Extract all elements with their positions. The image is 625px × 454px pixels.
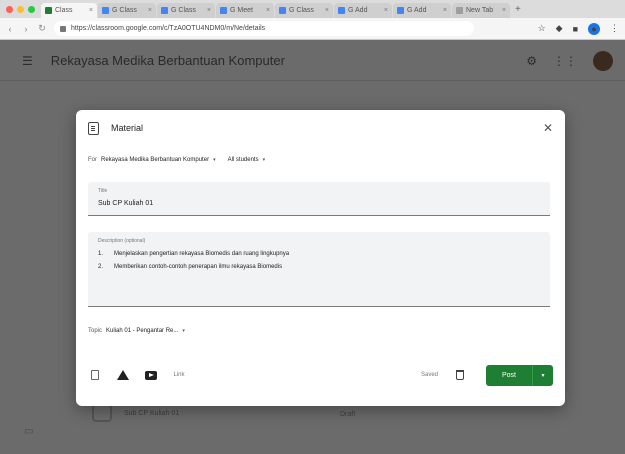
- topic-label: Topic: [88, 328, 103, 334]
- window-controls: [0, 5, 41, 13]
- google-drive-button[interactable]: [116, 370, 130, 380]
- url-field[interactable]: https://classroom.google.com/c/TzA0OTU4N…: [54, 21, 474, 36]
- menu-icon[interactable]: ☰: [22, 54, 33, 68]
- audience-row: For Rekayasa Medika Berbantuan Komputer …: [88, 157, 273, 163]
- reload-icon[interactable]: ↻: [38, 23, 46, 34]
- tab-favicon-icon: [338, 7, 345, 14]
- tab-close-icon[interactable]: ×: [148, 7, 152, 14]
- apps-icon[interactable]: ⋮⋮: [553, 54, 577, 68]
- back-arrow-icon[interactable]: ‹: [6, 24, 14, 34]
- close-window-button[interactable]: [6, 5, 13, 13]
- attach-file-button[interactable]: [88, 370, 102, 380]
- tab-list: Class × G Class × G Class × G Meet × G Class × G A…: [41, 3, 511, 18]
- classroom-header: ☰ Rekayasa Medika Berbantuan Komputer ⚙ …: [0, 41, 625, 81]
- tab-close-icon[interactable]: ×: [384, 7, 388, 14]
- side-archive-icon[interactable]: ▭: [24, 426, 33, 437]
- tab-favicon-icon: [102, 7, 109, 14]
- material-dialog: Material ✕ For Rekayasa Medika Berbantua…: [76, 110, 565, 406]
- post-button-group: Post ▾: [486, 364, 553, 386]
- extension-square-icon[interactable]: ■: [573, 24, 578, 34]
- dialog-title: Material: [111, 123, 144, 133]
- dialog-actions: Link Saved Post ▾: [88, 362, 553, 388]
- star-icon[interactable]: ☆: [538, 23, 546, 34]
- tab-label: G Add: [407, 7, 427, 14]
- browser-tab[interactable]: G Add ×: [393, 3, 451, 18]
- trash-icon[interactable]: [456, 370, 464, 380]
- list-item[interactable]: 2. Memberikan contoh-contoh penerapan il…: [98, 261, 540, 274]
- zoom-window-button[interactable]: [28, 5, 35, 13]
- material-doc-icon: [92, 404, 112, 422]
- browser-tab[interactable]: G Add ×: [334, 3, 392, 18]
- youtube-button[interactable]: [144, 370, 158, 380]
- title-field-value[interactable]: Sub CP Kuliah 01: [98, 200, 540, 207]
- tab-favicon-icon: [397, 7, 404, 14]
- url-text: https://classroom.google.com/c/TzA0OTU4N…: [71, 25, 266, 32]
- browser-tab[interactable]: Class ×: [41, 3, 97, 18]
- class-title[interactable]: Rekayasa Medika Berbantuan Komputer: [51, 53, 285, 68]
- user-avatar[interactable]: [593, 51, 613, 71]
- new-tab-button[interactable]: +: [515, 4, 521, 15]
- course-dropdown[interactable]: Rekayasa Medika Berbantuan Komputer: [101, 157, 209, 163]
- title-field-label: Title: [98, 188, 108, 194]
- title-field[interactable]: Title Sub CP Kuliah 01: [88, 182, 550, 216]
- tab-label: G Add: [348, 7, 368, 14]
- address-bar-row: ‹ › ↻ https://classroom.google.com/c/TzA…: [0, 18, 625, 40]
- list-item[interactable]: 1. Menjelaskan pengertian rekayasa Biome…: [98, 248, 540, 261]
- description-field-label: Description (optional): [98, 238, 146, 244]
- tab-label: G Class: [171, 7, 196, 14]
- link-button[interactable]: Link: [172, 372, 186, 378]
- tab-label: New Tab: [466, 7, 494, 14]
- saved-status: Saved: [420, 372, 438, 378]
- browser-tab[interactable]: G Class ×: [157, 3, 215, 18]
- for-label: For: [88, 157, 97, 163]
- tab-close-icon[interactable]: ×: [207, 7, 211, 14]
- youtube-icon: [145, 370, 157, 380]
- tab-favicon-icon: [220, 7, 227, 14]
- tab-favicon-icon: [279, 7, 286, 14]
- browser-tab[interactable]: G Class ×: [275, 3, 333, 18]
- tab-close-icon[interactable]: ×: [89, 7, 93, 14]
- browser-profile-avatar[interactable]: ●: [588, 22, 600, 35]
- description-field[interactable]: Description (optional) 1. Menjelaskan pe…: [88, 232, 550, 307]
- forward-arrow-icon[interactable]: ›: [22, 24, 30, 34]
- tab-favicon-icon: [161, 7, 168, 14]
- lock-icon: [60, 25, 66, 32]
- chevron-down-icon[interactable]: ▾: [213, 157, 216, 163]
- file-icon: [91, 370, 99, 380]
- dialog-header: Material ✕: [76, 110, 565, 146]
- tab-close-icon[interactable]: ×: [502, 7, 506, 14]
- students-dropdown[interactable]: All students: [228, 157, 259, 163]
- tab-label: G Class: [289, 7, 314, 14]
- tab-favicon-icon: [45, 7, 52, 14]
- post-button[interactable]: Post: [486, 364, 532, 386]
- chevron-down-icon[interactable]: ▾: [263, 157, 266, 163]
- post-options-chevron-icon[interactable]: ▾: [532, 364, 553, 386]
- material-icon: [88, 121, 99, 135]
- description-list: 1. Menjelaskan pengertian rekayasa Biome…: [98, 248, 540, 274]
- topic-row: Topic Kuliah 01 - Pengantar Re... ▾: [88, 328, 193, 334]
- tab-close-icon[interactable]: ×: [266, 7, 270, 14]
- tab-label: G Meet: [230, 7, 253, 14]
- topic-dropdown[interactable]: Kuliah 01 - Pengantar Re...: [106, 328, 178, 334]
- chevron-down-icon[interactable]: ▾: [182, 328, 185, 334]
- close-icon[interactable]: ✕: [543, 121, 553, 135]
- gear-icon[interactable]: ⚙: [526, 54, 537, 68]
- tab-close-icon[interactable]: ×: [443, 7, 447, 14]
- browser-tab[interactable]: G Meet ×: [216, 3, 274, 18]
- tab-close-icon[interactable]: ×: [325, 7, 329, 14]
- tab-label: G Class: [112, 7, 137, 14]
- background-item-title: Sub CP Kuliah 01: [124, 409, 180, 417]
- more-vert-icon[interactable]: ⋮: [610, 23, 619, 34]
- background-item-status: Draft: [340, 411, 356, 418]
- browser-tab[interactable]: New Tab ×: [452, 3, 510, 18]
- extension-icon[interactable]: ◆: [556, 23, 563, 34]
- browser-tab[interactable]: G Class ×: [98, 3, 156, 18]
- tab-label: Class: [55, 7, 73, 14]
- drive-icon: [117, 370, 129, 380]
- tab-favicon-icon: [456, 7, 463, 14]
- minimize-window-button[interactable]: [17, 5, 24, 13]
- background-material-row: Sub CP Kuliah 01: [92, 404, 179, 422]
- browser-tab-strip: Class × G Class × G Class × G Meet × G Class × G A…: [0, 0, 625, 18]
